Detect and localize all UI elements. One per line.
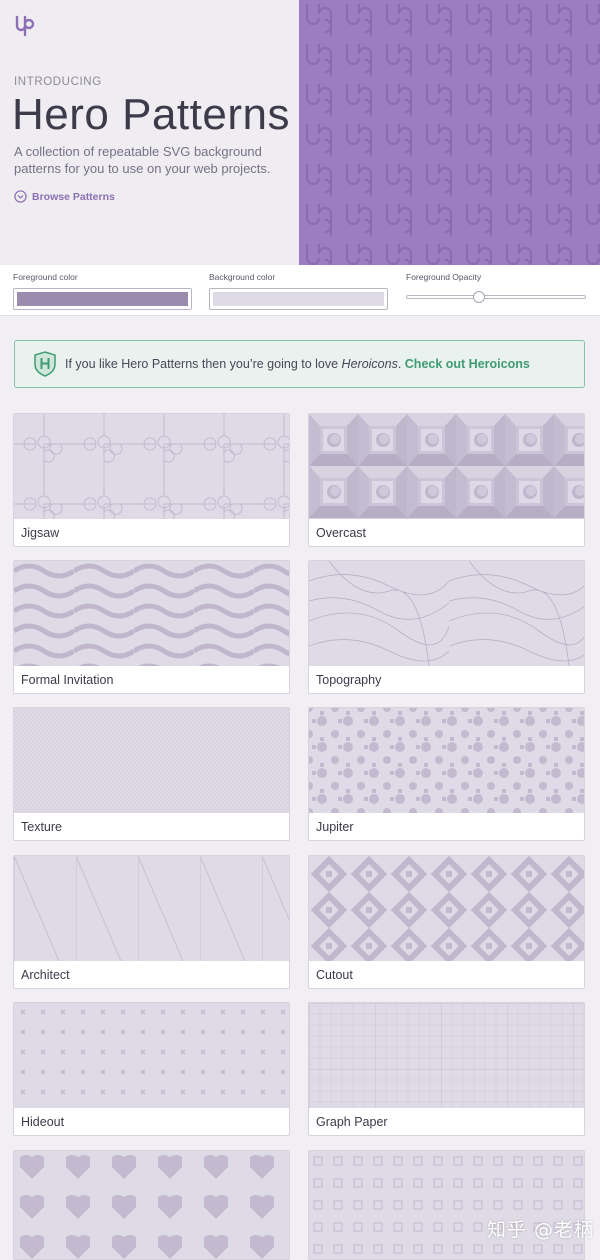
foreground-opacity-label: Foreground Opacity bbox=[406, 272, 482, 282]
background-color-swatch bbox=[213, 292, 384, 306]
pattern-card-formal-invitation[interactable]: Formal Invitation bbox=[13, 560, 290, 694]
hero-intro: INTRODUCING Hero Patterns A collection o… bbox=[0, 0, 299, 265]
hero-patterns-logo-icon[interactable] bbox=[14, 15, 36, 37]
pattern-card-architect[interactable]: Architect bbox=[13, 855, 290, 989]
foreground-color-picker[interactable] bbox=[13, 288, 192, 310]
opacity-slider-thumb[interactable] bbox=[473, 291, 485, 303]
squares-pattern-preview bbox=[309, 1151, 584, 1259]
formal-invitation-pattern-preview bbox=[14, 561, 289, 666]
jigsaw-pattern-preview bbox=[14, 414, 289, 519]
background-color-picker[interactable] bbox=[209, 288, 388, 310]
opacity-control: Foreground Opacity bbox=[406, 272, 481, 282]
pattern-name: Architect bbox=[21, 968, 70, 982]
bones-pattern-preview bbox=[14, 1151, 289, 1259]
banner-text: If you like Hero Patterns then you’re go… bbox=[65, 357, 530, 371]
background-color-label: Background color bbox=[209, 272, 276, 282]
cutout-pattern-preview bbox=[309, 856, 584, 961]
pattern-name: Jigsaw bbox=[21, 526, 60, 540]
opacity-slider[interactable] bbox=[406, 291, 586, 303]
pattern-name: Overcast bbox=[316, 526, 367, 540]
banner-heroicons-emphasis: Heroicons bbox=[341, 357, 398, 371]
pattern-card-cutout[interactable]: Cutout bbox=[308, 855, 585, 989]
browse-patterns-label: Browse Patterns bbox=[32, 190, 115, 203]
check-out-heroicons-link[interactable]: Check out Heroicons bbox=[405, 357, 530, 371]
foreground-color-label: Foreground color bbox=[13, 272, 78, 282]
texture-pattern-preview bbox=[14, 708, 289, 813]
browse-patterns-link[interactable]: Browse Patterns bbox=[14, 190, 115, 203]
heroicons-shield-icon bbox=[34, 351, 56, 377]
pattern-card-topography[interactable]: Topography bbox=[308, 560, 585, 694]
chevron-down-circle-icon bbox=[14, 190, 27, 203]
pattern-card-overcast[interactable]: Overcast bbox=[308, 413, 585, 547]
hero-pattern-preview bbox=[299, 0, 600, 265]
graph-paper-pattern-preview bbox=[309, 1003, 584, 1108]
foreground-color-swatch bbox=[17, 292, 188, 306]
pattern-card-jigsaw[interactable]: Jigsaw bbox=[13, 413, 290, 547]
pattern-card-jupiter[interactable]: Jupiter bbox=[308, 707, 585, 841]
heroicons-banner: If you like Hero Patterns then you’re go… bbox=[14, 340, 585, 388]
pattern-name: Topography bbox=[316, 673, 382, 687]
pattern-name: Texture bbox=[21, 820, 62, 834]
background-color-control: Background color bbox=[209, 272, 388, 310]
pattern-card-texture[interactable]: Texture bbox=[13, 707, 290, 841]
pattern-name: Cutout bbox=[316, 968, 353, 982]
topography-pattern-preview bbox=[309, 561, 584, 666]
overcast-pattern-preview bbox=[309, 414, 584, 519]
banner-text-after: . bbox=[397, 357, 405, 371]
pattern-name: Graph Paper bbox=[316, 1115, 388, 1129]
pattern-card-hideout[interactable]: Hideout bbox=[13, 1002, 290, 1136]
pattern-name: Jupiter bbox=[316, 820, 354, 834]
pattern-card-partial-right[interactable] bbox=[308, 1150, 585, 1260]
opacity-slider-track[interactable] bbox=[406, 295, 586, 299]
hero-description: A collection of repeatable SVG backgroun… bbox=[14, 144, 271, 176]
introducing-label: INTRODUCING bbox=[14, 76, 102, 88]
pattern-card-graph-paper[interactable]: Graph Paper bbox=[308, 1002, 585, 1136]
foreground-color-control: Foreground color bbox=[13, 272, 192, 310]
hero-section: INTRODUCING Hero Patterns A collection o… bbox=[0, 0, 600, 265]
watermark: 知乎 @老柄 bbox=[487, 1219, 595, 1241]
banner-text-before: If you like Hero Patterns then you’re go… bbox=[65, 357, 342, 371]
pattern-card-partial-left[interactable] bbox=[13, 1150, 290, 1260]
jupiter-pattern-preview bbox=[309, 708, 584, 813]
page-title: Hero Patterns bbox=[12, 90, 290, 139]
pattern-name: Hideout bbox=[21, 1115, 65, 1129]
architect-pattern-preview bbox=[14, 856, 289, 961]
hideout-pattern-preview bbox=[14, 1003, 289, 1108]
pattern-name: Formal Invitation bbox=[21, 673, 114, 687]
